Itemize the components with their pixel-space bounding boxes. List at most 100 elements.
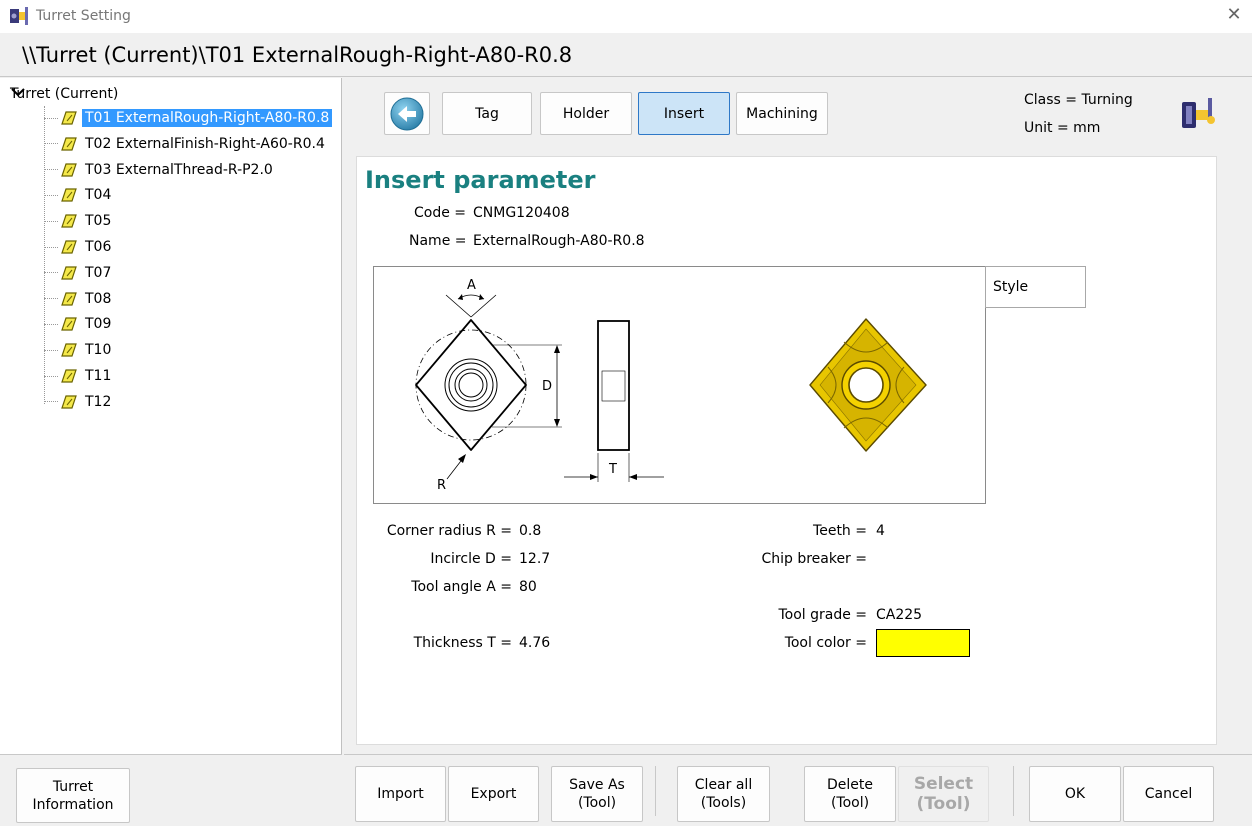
name-label: Name = [409,233,467,249]
delete-tool-button[interactable]: Delete (Tool) [804,766,896,822]
tab-insert-label: Insert [663,105,705,122]
incircle-label-text: Incircle D = [430,551,512,567]
tree-item[interactable]: T01 ExternalRough-Right-A80-R0.8 [44,107,333,129]
save-as-tool-button[interactable]: Save As (Tool) [551,766,643,822]
left-button-bar: Turret Information [0,754,342,826]
thickness-value: 4.76 [519,635,551,651]
turret-information-button[interactable]: Turret Information [16,768,130,823]
insert-tool-icon [61,395,77,409]
class-label: Class = Turning [1024,92,1133,108]
path-bar: \\Turret (Current)\T01 ExternalRough-Rig… [0,33,1252,77]
tab-machining[interactable]: Machining [736,92,828,135]
tool-color-label: Tool color = [784,635,867,651]
tool-color-swatch[interactable] [876,629,970,657]
select-label: Select (Tool) [913,774,974,814]
tree-connector [44,169,58,171]
tree-item[interactable]: T11 [44,365,114,387]
clear-all-label: Clear all (Tools) [694,777,753,811]
tool-grade-label: Tool grade = [778,607,867,623]
tree-item[interactable]: T03 ExternalThread-R-P2.0 [44,159,276,181]
style-box[interactable]: Style [985,266,1086,308]
tree-item-label: T03 ExternalThread-R-P2.0 [85,161,273,178]
separator [1013,766,1014,816]
window-title: Turret Setting [36,8,131,24]
select-tool-button[interactable]: Select (Tool) [898,766,989,822]
tree-connector [44,272,58,274]
tree-item-label: T08 [85,290,112,307]
radius-label: R [437,478,446,493]
separator [655,766,656,816]
insert-tool-icon [61,240,77,254]
tree-connector [44,401,58,403]
tree-item-label: T07 [85,264,112,281]
tab-machining-label: Machining [746,105,818,122]
tree-connector [44,117,58,119]
close-icon[interactable]: ✕ [1222,4,1246,28]
tree-item-label: T01 ExternalRough-Right-A80-R0.8 [82,109,333,127]
turret-tree: Turret (Current) T01 ExternalRough-Right… [0,78,342,754]
tree-item-label: T09 [85,316,112,333]
tool-angle-label: Tool angle A = [411,579,512,595]
code-label: Code = [414,205,467,221]
tool-angle-value: 80 [519,579,537,595]
tree-item[interactable]: T09 [44,313,114,335]
tool-grade-value: CA225 [876,607,923,623]
incircle-label: D [542,379,552,394]
tree-item[interactable]: T08 [44,288,114,310]
insert-tool-icon [61,369,77,383]
tree-item-label: T12 [85,393,112,410]
tree-connector [44,246,58,248]
insert-tool-icon [61,266,77,280]
insert-tool-icon [61,188,77,202]
tab-holder-label: Holder [562,105,610,122]
tree-item[interactable]: T10 [44,339,114,361]
export-button[interactable]: Export [448,766,539,822]
back-arrow-icon [390,97,424,130]
ok-label: OK [1064,786,1086,802]
insert-tool-icon [61,137,77,151]
tab-insert[interactable]: Insert [638,92,730,135]
delete-label: Delete (Tool) [827,777,873,811]
name-value: ExternalRough-A80-R0.8 [473,233,645,249]
cancel-label: Cancel [1144,786,1193,802]
turret-information-label: Turret Information [32,778,114,813]
tab-holder[interactable]: Holder [540,92,632,135]
corner-radius-value: 0.8 [519,523,542,539]
back-button[interactable] [384,92,430,135]
current-path: \\Turret (Current)\T01 ExternalRough-Rig… [22,43,573,67]
insert-render-icon [809,318,927,452]
chip-breaker-label: Chip breaker = [761,551,867,567]
insert-tool-icon [61,214,77,228]
tree-item-label: T05 [85,213,112,230]
tree-item-label: T11 [85,368,112,384]
tree-item[interactable]: T12 [44,391,114,413]
corner-radius-label: Corner radius R = [386,523,512,539]
thickness-label: T [608,462,617,477]
tree-connector [44,375,58,377]
page-title: Insert parameter [365,166,596,194]
tab-tag-label: Tag [475,105,499,122]
import-button[interactable]: Import [355,766,446,822]
tree-item[interactable]: T04 [44,184,114,206]
cancel-button[interactable]: Cancel [1123,766,1214,822]
save-as-label: Save As (Tool) [569,777,625,811]
tree-connector [44,220,58,222]
tree-connector [44,349,58,351]
ok-button[interactable]: OK [1029,766,1121,822]
tree-root[interactable]: Turret (Current) [10,84,118,104]
tab-tag[interactable]: Tag [442,92,532,135]
tree-item[interactable]: T02 ExternalFinish-Right-A60-R0.4 [44,133,328,155]
insert-tool-icon [61,111,77,125]
tree-item[interactable]: T06 [44,236,114,258]
tree-item-label: T10 [85,342,112,359]
clear-all-tools-button[interactable]: Clear all (Tools) [677,766,770,822]
insert-tool-icon [61,317,77,331]
tree-connector [44,323,58,325]
tree-item-label: T04 [85,187,112,204]
import-label: Import [377,786,424,802]
thickness-label-text: Thickness T = [413,635,512,651]
turret-tool-icon [1182,98,1215,128]
tree-item[interactable]: T05 [44,210,114,232]
turret-app-icon [10,7,28,25]
tree-item[interactable]: T07 [44,262,114,284]
